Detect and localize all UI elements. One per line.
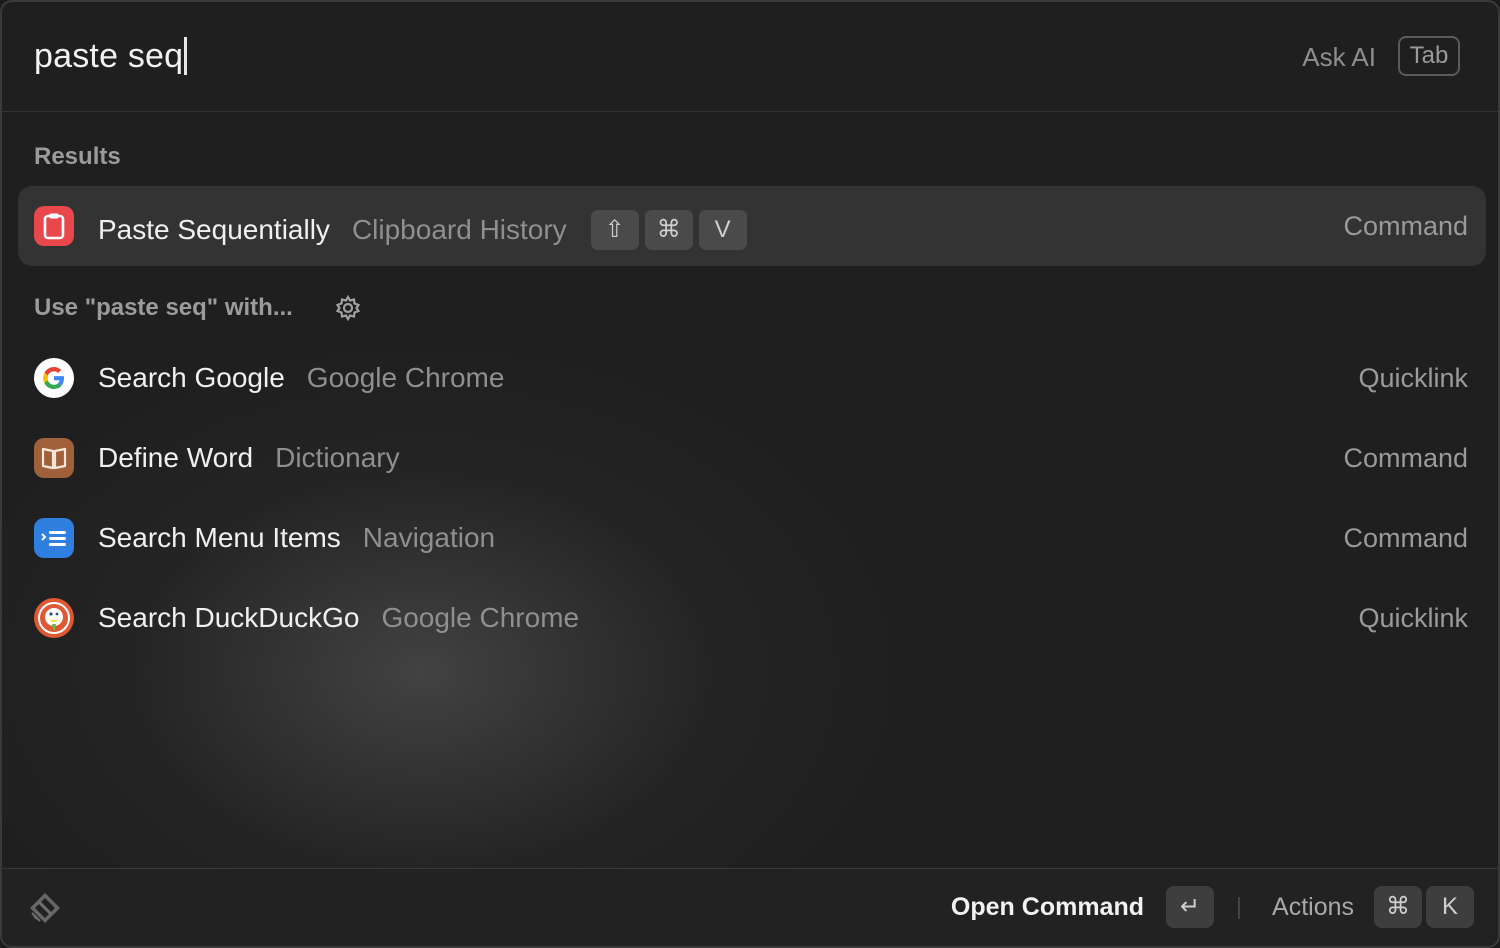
result-kind: Command (1343, 443, 1468, 473)
result-kind: Command (1343, 211, 1468, 241)
result-title-text: Search DuckDuckGo (98, 602, 360, 633)
clipboard-icon (34, 206, 74, 246)
raycast-logo-icon[interactable] (26, 889, 64, 927)
search-bar: paste seq Ask AI Tab (2, 2, 1498, 112)
result-kind: Command (1343, 523, 1468, 553)
v-key: V (698, 210, 747, 250)
result-subtitle: Navigation (362, 522, 496, 553)
k-key: K (1426, 886, 1474, 928)
command-key: ⌘ (644, 210, 693, 250)
open-command-button[interactable]: Open Command (951, 893, 1144, 922)
actions-button[interactable]: Actions (1272, 893, 1354, 922)
return-key-icon: ↵ (1166, 886, 1214, 928)
launcher-window: paste seq Ask AI Tab Results Paste Seque… (0, 0, 1500, 948)
fallback-item-search-duckduckgo[interactable]: Search DuckDuckGo Google Chrome Quicklink (18, 578, 1486, 658)
result-subtitle: Clipboard History (351, 214, 567, 245)
search-query-text: paste seq (34, 37, 184, 75)
menu-list-icon (34, 518, 74, 558)
result-kind: Quicklink (1358, 603, 1468, 633)
search-input[interactable]: paste seq (34, 37, 188, 76)
result-title-text: Paste Sequentially (98, 214, 330, 245)
command-key-icon: ⌘ (1374, 886, 1422, 928)
text-caret (184, 37, 188, 75)
google-icon (34, 358, 74, 398)
tab-key-hint: Tab (1398, 36, 1460, 76)
result-kind: Quicklink (1358, 363, 1468, 393)
result-title: Define Word Dictionary (98, 442, 400, 474)
dictionary-book-icon (34, 438, 74, 478)
fallback-section-title: Use "paste seq" with... (34, 294, 293, 322)
fallback-item-search-google[interactable]: Search Google Google Chrome Quicklink (18, 338, 1486, 418)
fallback-section-title-text: Use "paste seq" with... (34, 294, 293, 321)
result-subtitle: Dictionary (275, 442, 400, 473)
result-title-text: Define Word (98, 442, 254, 473)
result-title: Search DuckDuckGo Google Chrome (98, 602, 579, 634)
action-bar: Open Command ↵ Actions ⌘ K (2, 868, 1498, 946)
result-subtitle: Google Chrome (381, 602, 580, 633)
result-item-paste-sequentially[interactable]: Paste Sequentially Clipboard History ⇧ ⌘ … (18, 186, 1486, 266)
result-title-text: Search Google (98, 362, 285, 393)
footer-divider (1238, 897, 1240, 919)
fallback-item-search-menu-items[interactable]: Search Menu Items Navigation Command (18, 498, 1486, 578)
fallback-item-define-word[interactable]: Define Word Dictionary Command (18, 418, 1486, 498)
result-subtitle: Google Chrome (306, 362, 505, 393)
result-title-text: Search Menu Items (98, 522, 341, 553)
result-title: Search Menu Items Navigation (98, 522, 495, 554)
result-title: Search Google Google Chrome (98, 362, 504, 394)
results-section-title: Results (34, 143, 121, 170)
shortcut-keys: ⇧ ⌘ V (590, 210, 747, 250)
duckduckgo-icon (34, 598, 74, 638)
result-title: Paste Sequentially Clipboard History ⇧ ⌘ … (98, 210, 747, 250)
gear-icon[interactable] (334, 294, 362, 322)
shift-key: ⇧ (590, 210, 639, 250)
ask-ai-button[interactable]: Ask AI (1302, 42, 1376, 73)
